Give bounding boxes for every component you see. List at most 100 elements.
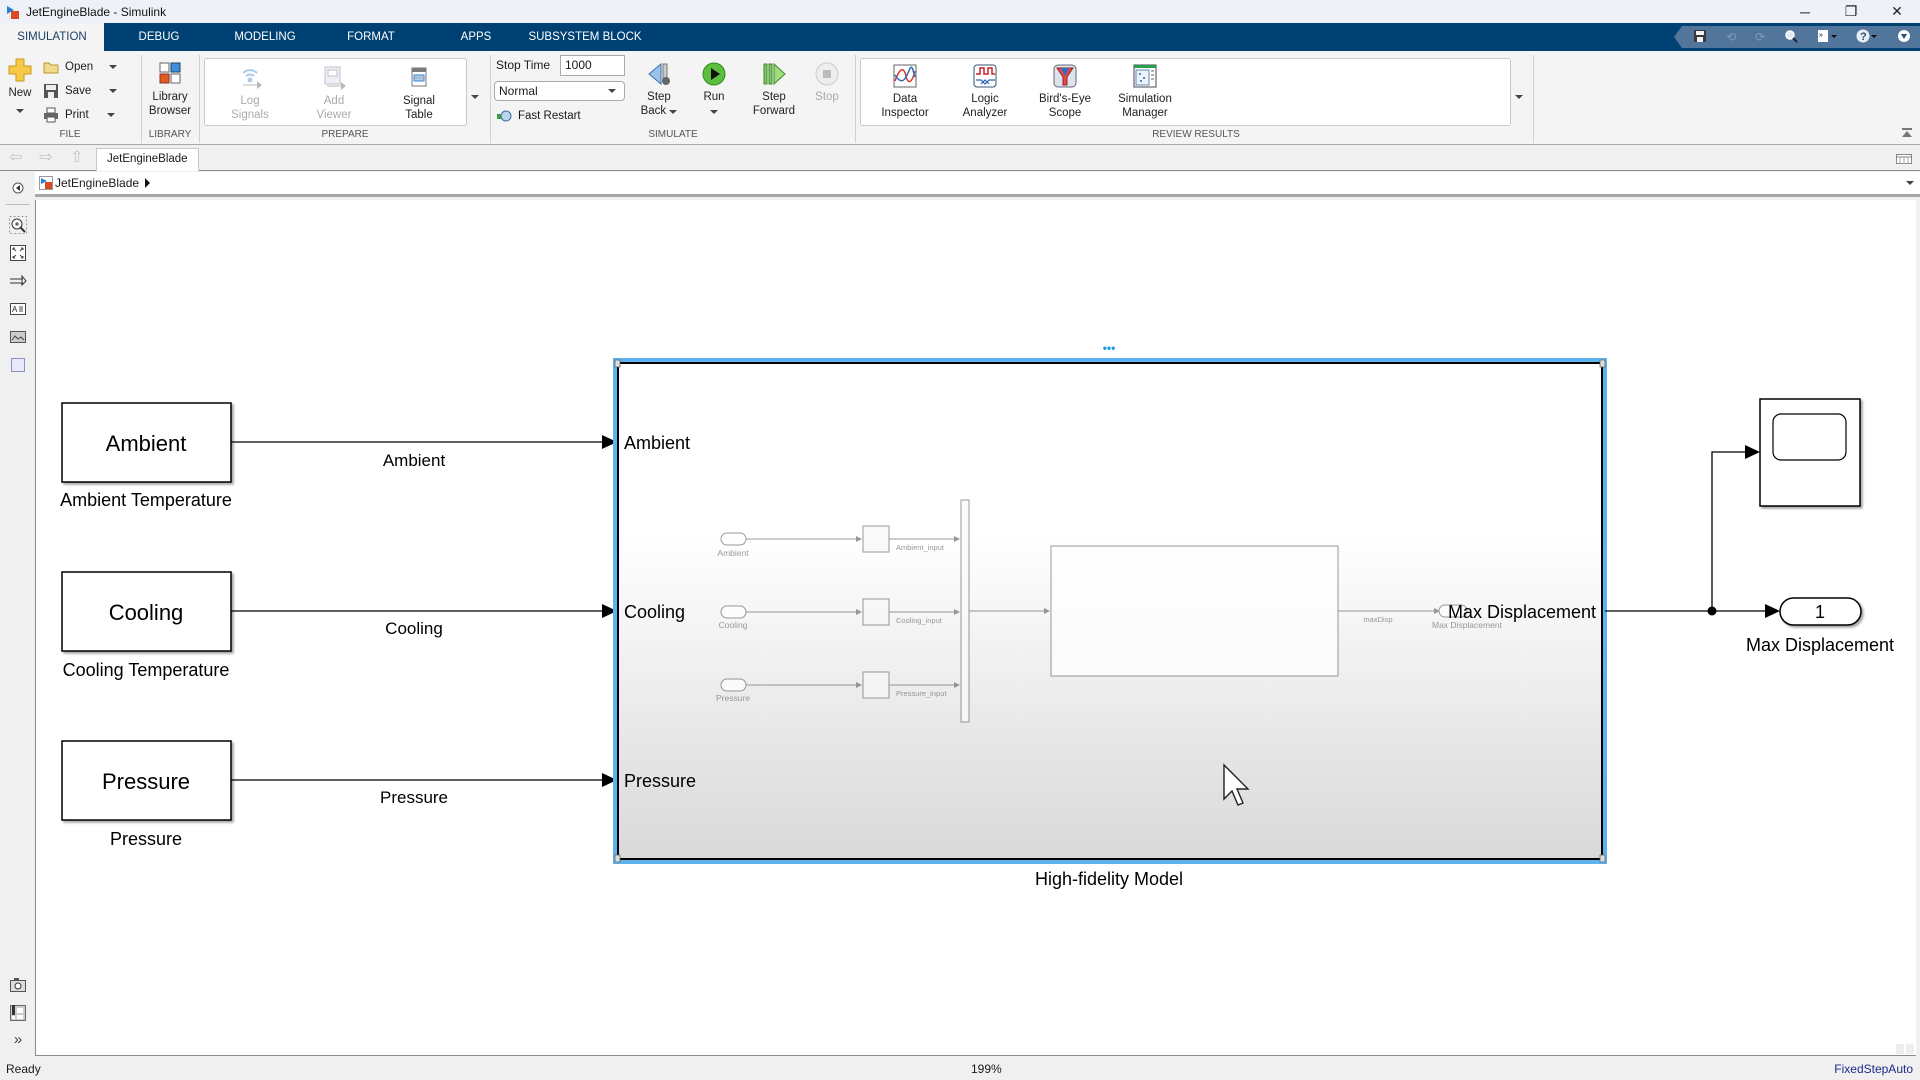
scope-block[interactable] bbox=[1759, 398, 1861, 507]
step-back-label-1: Step bbox=[647, 91, 671, 103]
annotation-icon[interactable]: A bbox=[9, 300, 27, 318]
tab-debug[interactable]: DEBUG bbox=[124, 23, 194, 51]
run-button[interactable]: Run bbox=[692, 61, 736, 118]
save-button[interactable]: Save bbox=[43, 81, 118, 101]
print-dropdown-caret[interactable] bbox=[106, 113, 115, 117]
section-label-prepare: PREPARE bbox=[321, 129, 369, 140]
tab-subsystem-block[interactable]: SUBSYSTEM BLOCK bbox=[528, 23, 642, 51]
source-block-pressure[interactable]: Pressure bbox=[61, 740, 232, 821]
canvas-resize-grip[interactable] bbox=[1896, 1043, 1914, 1054]
new-dropdown-caret[interactable] bbox=[16, 109, 24, 113]
simulink-app-icon bbox=[6, 5, 20, 19]
open-dropdown-caret[interactable] bbox=[109, 65, 118, 69]
hide-explorer-icon[interactable] bbox=[9, 179, 27, 197]
prepare-gallery-expand[interactable] bbox=[471, 88, 479, 102]
signal-label-ambient: Ambient bbox=[383, 451, 446, 470]
breadcrumb-expand-arrow[interactable] bbox=[145, 178, 151, 188]
add-viewer-label-1: Add bbox=[323, 95, 345, 107]
signal-line-ambient[interactable] bbox=[231, 435, 617, 449]
outport-number: 1 bbox=[1815, 602, 1825, 622]
review-gallery-expand[interactable] bbox=[1515, 88, 1523, 102]
section-label-review-results: REVIEW RESULTS bbox=[1152, 129, 1240, 140]
expand-palette-icon[interactable]: » bbox=[9, 1032, 27, 1050]
block-more-indicator[interactable]: ••• bbox=[1103, 341, 1116, 355]
signal-routing-icon[interactable] bbox=[9, 272, 27, 290]
collapse-toolstrip-icon[interactable] bbox=[1902, 127, 1912, 137]
tab-modeling[interactable]: MODELING bbox=[222, 23, 308, 51]
source-block-cooling[interactable]: Cooling bbox=[61, 571, 232, 652]
open-label: Open bbox=[65, 61, 94, 73]
tab-apps[interactable]: APPS bbox=[450, 23, 502, 51]
logic-analyzer-button[interactable]: Logic Analyzer bbox=[954, 63, 1016, 120]
signal-line-max-displacement[interactable] bbox=[1605, 445, 1780, 618]
back-arrow-icon[interactable]: ⇦ bbox=[5, 150, 27, 168]
data-inspector-label-1: Data bbox=[892, 93, 918, 105]
birds-eye-scope-icon bbox=[1052, 63, 1078, 89]
stop-button[interactable]: Stop bbox=[808, 61, 846, 104]
undo-icon[interactable]: ⟲ bbox=[1726, 30, 1736, 44]
help-icon[interactable]: ? bbox=[1856, 28, 1878, 47]
simulation-manager-button[interactable]: Simulation Manager bbox=[1110, 63, 1180, 120]
explorer-bar-toggle-icon[interactable] bbox=[1896, 153, 1912, 167]
source-block-ambient[interactable]: Ambient bbox=[61, 402, 232, 483]
new-button[interactable]: New bbox=[5, 57, 35, 117]
resize-handle[interactable] bbox=[614, 359, 621, 368]
print-button[interactable]: Print bbox=[43, 105, 115, 125]
model-canvas[interactable]: Ambient Ambient Temperature Cooling Cool… bbox=[35, 200, 1916, 1056]
model-tab[interactable]: JetEngineBlade bbox=[96, 148, 199, 171]
stop-time-input[interactable]: 1000 bbox=[560, 55, 625, 76]
library-browser-label-2: Browser bbox=[148, 105, 192, 117]
zoom-icon[interactable] bbox=[9, 216, 27, 234]
open-button[interactable]: Open bbox=[43, 57, 118, 77]
add-viewer-icon bbox=[321, 65, 347, 91]
step-forward-button[interactable]: Step Forward bbox=[746, 61, 802, 118]
birds-eye-scope-button[interactable]: Bird's-Eye Scope bbox=[1030, 63, 1100, 120]
image-icon[interactable] bbox=[9, 328, 27, 346]
search-icon[interactable] bbox=[1784, 29, 1798, 46]
signal-table-button[interactable]: Signal Table bbox=[393, 65, 445, 122]
preview-signal-cooling-input: Cooling_input bbox=[896, 616, 943, 625]
fast-restart-button[interactable]: Fast Restart bbox=[496, 106, 581, 126]
separator bbox=[1533, 55, 1534, 143]
shortcut-icon[interactable]: » bbox=[1817, 29, 1837, 46]
property-inspector-icon[interactable] bbox=[9, 1004, 27, 1022]
tab-format[interactable]: FORMAT bbox=[335, 23, 407, 51]
resize-handle[interactable] bbox=[1599, 854, 1606, 863]
log-signals-button[interactable]: Log Signals bbox=[222, 65, 278, 122]
library-browser-icon bbox=[157, 61, 183, 87]
breadcrumb-model[interactable]: JetEngineBlade bbox=[55, 176, 139, 190]
add-viewer-button[interactable]: Add Viewer bbox=[306, 65, 362, 122]
restore-button[interactable]: ❐ bbox=[1828, 0, 1874, 23]
preview-signal-pressure-input: Pressure_input bbox=[896, 689, 947, 698]
fit-to-view-icon[interactable] bbox=[9, 244, 27, 262]
resize-handle[interactable] bbox=[614, 854, 621, 863]
signal-line-pressure[interactable] bbox=[231, 773, 617, 787]
collapse-ribbon-icon[interactable] bbox=[1897, 29, 1911, 46]
resize-handle[interactable] bbox=[1599, 359, 1606, 368]
outport-block-max-displacement[interactable]: 1 bbox=[1779, 597, 1862, 626]
close-button[interactable]: ✕ bbox=[1874, 0, 1920, 23]
signal-line-cooling[interactable] bbox=[231, 604, 617, 618]
log-signals-label-1: Log bbox=[240, 95, 260, 107]
block-text-ambient: Ambient bbox=[106, 431, 187, 456]
library-browser-button[interactable]: Library Browser bbox=[145, 61, 195, 118]
forward-arrow-icon[interactable]: ⇨ bbox=[35, 150, 57, 168]
redo-icon[interactable]: ⟳ bbox=[1755, 30, 1765, 44]
area-icon[interactable] bbox=[9, 356, 27, 374]
save-dropdown-caret[interactable] bbox=[109, 89, 118, 93]
data-inspector-button[interactable]: Data Inspector bbox=[873, 63, 937, 120]
subsystem-block-high-fidelity-model[interactable]: Ambient Cooling Pressure Ambient Ambient… bbox=[613, 358, 1607, 864]
step-back-caret[interactable] bbox=[669, 110, 678, 114]
step-back-button[interactable]: Step Back bbox=[636, 61, 682, 118]
tab-simulation[interactable]: SIMULATION bbox=[0, 23, 104, 51]
new-label: New bbox=[8, 87, 32, 99]
up-arrow-icon[interactable]: ⇧ bbox=[66, 150, 88, 168]
minimize-button[interactable]: ─ bbox=[1782, 0, 1828, 23]
solver-indicator[interactable]: FixedStepAuto bbox=[1834, 1062, 1913, 1076]
run-caret[interactable] bbox=[710, 110, 718, 114]
screenshot-camera-icon[interactable] bbox=[9, 976, 27, 994]
step-forward-icon bbox=[761, 61, 787, 87]
breadcrumb-dropdown[interactable] bbox=[1906, 181, 1914, 185]
save-icon[interactable] bbox=[1693, 29, 1707, 46]
simulation-mode-select[interactable]: Normal bbox=[494, 81, 625, 101]
